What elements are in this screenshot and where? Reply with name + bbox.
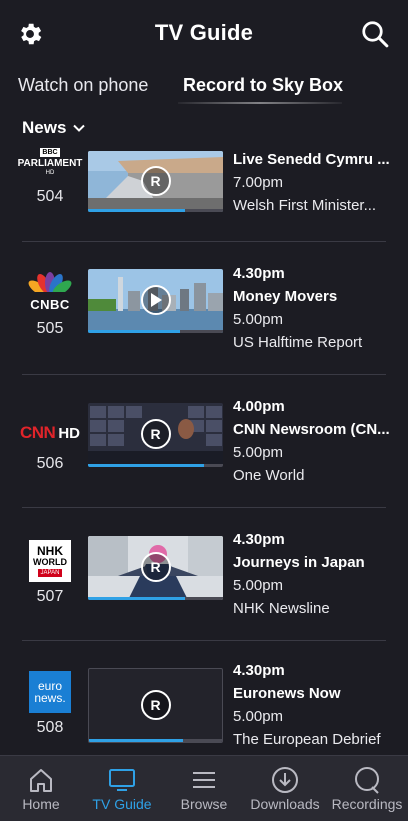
tab-bar: Watch on phone Record to Sky Box xyxy=(0,70,408,106)
tab-record-to-sky-box[interactable]: Record to Sky Box xyxy=(183,75,343,96)
programme-time: 4.30pm xyxy=(233,265,285,282)
nav-downloads[interactable]: Downloads xyxy=(244,756,326,821)
progress-bar xyxy=(88,464,223,467)
home-icon xyxy=(30,769,52,792)
bbc-parliament-logo: BBC PARLIAMENT HD xyxy=(17,148,83,176)
nav-home[interactable]: Home xyxy=(0,756,82,821)
programme-title: Journeys in Japan xyxy=(233,554,365,571)
programme-info: 4.30pm Journeys in Japan 5.00pm NHK News… xyxy=(233,528,393,620)
next-title: US Halftime Report xyxy=(233,334,363,351)
download-icon xyxy=(272,767,298,793)
chevron-down-icon xyxy=(73,124,86,132)
nav-recordings[interactable]: Recordings xyxy=(326,756,408,821)
cnn-hd-logo: CNN HD xyxy=(20,423,81,442)
programme-info: 4.00pm CNN Newsroom (CN... 5.00pm One Wo… xyxy=(233,395,393,487)
channel-number: 505 xyxy=(36,320,64,337)
cnbc-logo: CNBC xyxy=(20,272,80,312)
recordings-icon xyxy=(355,767,379,794)
bottom-nav: Home TV Guide Browse Downloads Recording… xyxy=(0,755,408,821)
programme-thumbnail[interactable]: R xyxy=(88,668,223,743)
nav-tv-guide[interactable]: TV Guide xyxy=(81,756,163,821)
channel-number: 504 xyxy=(36,188,64,205)
record-icon: R xyxy=(140,165,171,196)
next-title: NHK Newsline xyxy=(233,600,330,617)
euronews-logo: euro news. xyxy=(29,671,71,713)
channel-number: 506 xyxy=(36,455,64,472)
channel-row[interactable]: BBC PARLIAMENT HD 504 R Live Senedd Cymr… xyxy=(0,142,408,242)
next-title: Welsh First Minister... xyxy=(233,197,377,214)
nhk-world-logo: NHK WORLD JAPAN xyxy=(29,540,71,582)
programme-title: Euronews Now xyxy=(233,685,341,702)
next-title: One World xyxy=(233,467,305,484)
channel-row[interactable]: CNBC 505 4.30pm Money Movers 5.00pm US H… xyxy=(0,242,408,375)
programme-thumbnail[interactable] xyxy=(88,269,223,333)
menu-icon xyxy=(193,772,215,788)
tv-icon xyxy=(109,769,135,791)
active-tab-indicator xyxy=(178,102,342,104)
channel-row[interactable]: CNN HD 506 R 4.00pm CNN Newsroom (CN... xyxy=(0,375,408,508)
category-dropdown[interactable]: News xyxy=(22,118,86,138)
programme-time: 4.30pm xyxy=(233,531,285,548)
search-icon[interactable] xyxy=(360,19,390,49)
nav-browse[interactable]: Browse xyxy=(163,756,245,821)
programme-info: 4.30pm Euronews Now 5.00pm The European … xyxy=(233,659,393,751)
channel-number: 508 xyxy=(36,719,64,736)
record-icon: R xyxy=(140,689,171,720)
next-time: 5.00pm xyxy=(233,577,284,594)
programme-time: 4.30pm xyxy=(233,662,285,679)
next-time: 5.00pm xyxy=(233,708,284,725)
app-header: TV Guide xyxy=(0,0,408,66)
programme-thumbnail[interactable]: R xyxy=(88,536,223,600)
progress-bar xyxy=(88,209,223,212)
programme-thumbnail[interactable]: R xyxy=(88,151,223,212)
play-icon xyxy=(140,285,171,315)
next-time: 7.00pm xyxy=(233,174,284,191)
programme-title: Live Senedd Cymru ... xyxy=(233,151,390,168)
programme-title: CNN Newsroom (CN... xyxy=(233,421,390,438)
channel-list: BBC PARLIAMENT HD 504 R Live Senedd Cymr… xyxy=(0,142,408,774)
channel-number: 507 xyxy=(36,588,64,605)
next-time: 5.00pm xyxy=(233,311,284,328)
category-label: News xyxy=(22,118,67,137)
progress-bar xyxy=(88,330,223,333)
programme-time: 4.00pm xyxy=(233,398,285,415)
peacock-icon xyxy=(24,272,76,300)
channel-row[interactable]: NHK WORLD JAPAN 507 R 4.30pm Journeys in… xyxy=(0,508,408,641)
record-icon: R xyxy=(140,419,171,449)
programme-thumbnail[interactable]: R xyxy=(88,403,223,467)
progress-bar xyxy=(88,597,223,600)
page-title: TV Guide xyxy=(154,20,254,45)
programme-info: Live Senedd Cymru ... 7.00pm Welsh First… xyxy=(233,148,393,217)
next-time: 5.00pm xyxy=(233,444,284,461)
record-icon: R xyxy=(140,552,171,582)
programme-info: 4.30pm Money Movers 5.00pm US Halftime R… xyxy=(233,262,393,354)
next-title: The European Debrief xyxy=(233,731,381,748)
programme-title: Money Movers xyxy=(233,288,338,305)
tab-watch-on-phone[interactable]: Watch on phone xyxy=(18,75,148,96)
progress-bar xyxy=(89,739,222,742)
